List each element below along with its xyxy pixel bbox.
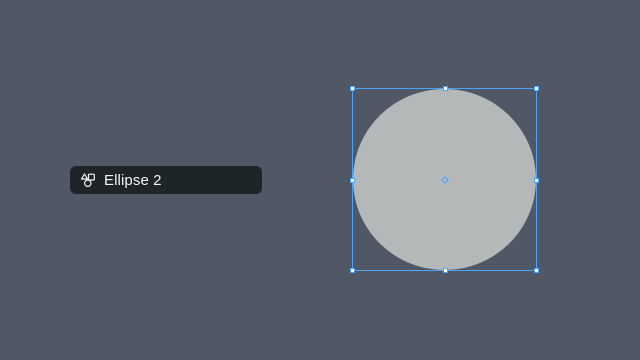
canvas: Ellipse 2 (0, 0, 640, 360)
resize-handle-top-right[interactable] (534, 86, 539, 91)
resize-handle-top[interactable] (443, 86, 448, 91)
shapes-icon (80, 172, 96, 188)
resize-handle-bottom-right[interactable] (534, 268, 539, 273)
center-point-icon (441, 176, 449, 184)
resize-handle-bottom[interactable] (443, 268, 448, 273)
layer-name-pill[interactable]: Ellipse 2 (70, 166, 262, 194)
resize-handle-bottom-left[interactable] (350, 268, 355, 273)
ellipse-selection-box[interactable] (350, 86, 539, 273)
resize-handle-left[interactable] (350, 178, 355, 183)
layer-name: Ellipse 2 (104, 171, 162, 189)
resize-handle-right[interactable] (534, 178, 539, 183)
resize-handle-top-left[interactable] (350, 86, 355, 91)
